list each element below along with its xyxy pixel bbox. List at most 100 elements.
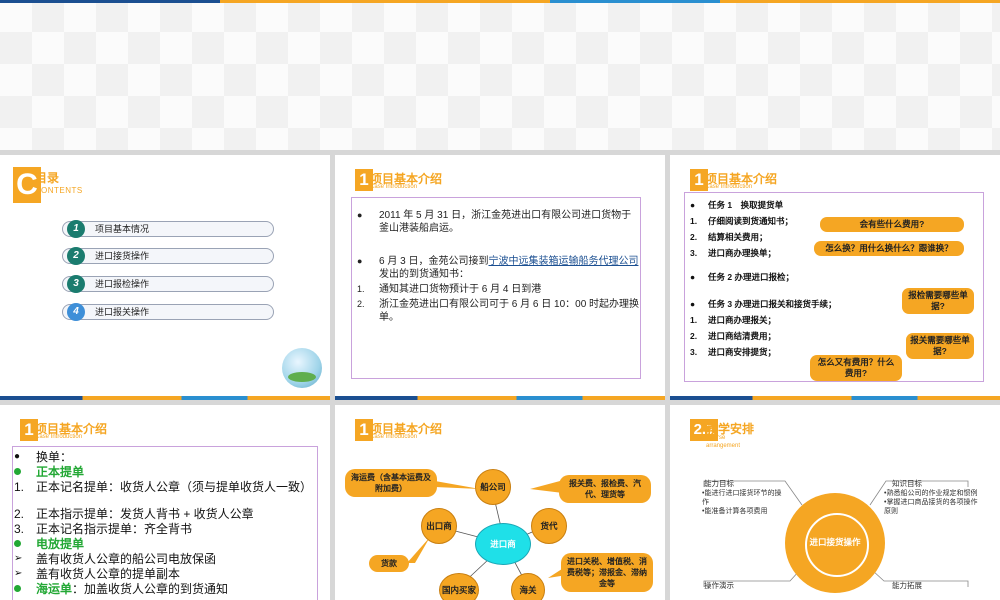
slide-subtitle: Case Introduction	[35, 434, 83, 440]
list-text: 盖有收货人公章的船公司电放保函	[36, 552, 217, 566]
seaway-text: ：加盖收货人公章的到货通知	[72, 582, 229, 596]
list-number: 1.	[690, 216, 698, 226]
slide-header-banner	[0, 0, 1000, 150]
node-customs: 海关	[511, 573, 545, 600]
list-number: 1.	[690, 315, 698, 325]
list-item: ➢ 盖有收货人公章的提单副本	[14, 567, 181, 581]
callout-exchange: 怎么换？用什么换什么？跟谁换？	[814, 241, 964, 256]
bullet-icon: ●	[14, 451, 21, 462]
list-number: 3.	[690, 248, 698, 258]
heading-text: 海运单	[36, 582, 73, 596]
bubble-duties: 进口关税、增值税、消费税等；滞报金、滞纳金等	[561, 553, 653, 592]
seaway-bill-line: 海运单：加盖收货人公章的到货通知	[14, 582, 229, 596]
list-text: 浙江金苑进出口有限公司可于 6 月 6 日 10：00 时起办理换单。	[379, 299, 640, 323]
quadrant-knowledge-text: •熟悉船公司的作业规定和惯例 •掌握进口商品接货的各项操作原则	[884, 490, 978, 515]
slide-thumbnail-exchange[interactable]: 1 项目基本介绍 Case Introduction ● 换单： 正本提单 1.…	[0, 405, 330, 600]
globe-logo	[282, 348, 322, 388]
list-number: 2.	[14, 507, 25, 521]
list-number: 3.	[690, 347, 698, 357]
top-color-bar	[0, 0, 1000, 3]
task-3: ● 任务 3 办理进口报关和接货手续；	[690, 299, 837, 310]
toc-number-badge: 1	[67, 220, 85, 238]
list-number: 3.	[14, 522, 25, 536]
task-item: 2. 进口商结清费用；	[690, 331, 777, 342]
task-item: 1. 仔细阅读到货通知书；	[690, 216, 793, 227]
heading-original-bl: 正本提单	[14, 465, 85, 479]
task-item: 1. 进口商办理报关；	[690, 315, 777, 326]
task-item: 3. 进口商办理换单；	[690, 248, 777, 259]
callout-customs-docs: 报关需要哪些单据?	[906, 333, 974, 359]
list-item: 3. 正本记名指示提单：齐全背书	[14, 522, 193, 536]
callout-inspection-docs: 报检需要哪些单据?	[902, 288, 974, 314]
bubble-ocean-freight: 海运费（含基本运费及附加费）	[345, 469, 437, 497]
list-text: 正本指示提单：发货人背书 + 收货人公章	[36, 507, 254, 521]
node-importer: 进口商	[475, 523, 531, 565]
bullet-icon: ●	[690, 200, 696, 210]
node-shipping-company: 船公司	[475, 469, 511, 505]
slide-subtitle: Case Introduction	[370, 184, 418, 190]
slide-footer-bar	[670, 396, 1000, 400]
heading-text: 电放提单	[36, 537, 85, 551]
bullet-icon: ●	[357, 256, 363, 266]
list-number: 2.	[357, 299, 365, 309]
list-item: 2. 正本指示提单：发货人背书 + 收货人公章	[14, 507, 254, 521]
task-item: 3. 进口商安排提货；	[690, 347, 777, 358]
list-text: 正本记名指示提单：齐全背书	[36, 522, 193, 536]
toc-label: 进口报关操作	[95, 307, 150, 317]
bullet-icon: ●	[357, 210, 363, 220]
green-bullet-icon	[14, 585, 21, 592]
list-text: 通知其进口货物预计于 6 月 4 日到港	[379, 284, 542, 295]
toc-item-1[interactable]: 1 项目基本情况	[62, 220, 274, 238]
list-text: 结算相关费用；	[708, 232, 768, 242]
contents-subtitle: ONTENTS	[41, 186, 83, 195]
list-text: 进口商办理报关；	[708, 315, 777, 325]
task-1: ● 任务 1 换取提货单	[690, 200, 784, 211]
task-text: 任务 1 换取提货单	[708, 200, 784, 210]
task-text: 任务 3 办理进口报关和接货手续；	[708, 299, 837, 309]
center-label: 进口接货操作	[809, 537, 861, 547]
node-forwarder: 货代	[531, 508, 567, 544]
contents-title: 目录	[35, 171, 60, 185]
bubble-payment: 货款	[369, 555, 409, 572]
node-domestic-buyer: 国内买家	[439, 573, 479, 600]
task-2: ● 任务 2 办理进口报检；	[690, 272, 794, 283]
list-text: 进口商安排提货；	[708, 347, 777, 357]
list-text: 进口商结清费用；	[708, 331, 777, 341]
slide-thumbnail-fee-diagram[interactable]: 1 项目基本介绍 Case Introduction 进口商 船公司 货代 出口…	[335, 405, 665, 600]
bullet-icon: ●	[690, 272, 696, 282]
quadrant-ability-text: •能进行进口接货环节的操作 •能准备计算各项费用	[702, 490, 782, 515]
slide-subtitle: Case Introduction	[705, 184, 753, 190]
toc-item-3[interactable]: 3 进口报检操作	[62, 275, 274, 293]
toc-item-2[interactable]: 2 进口接货操作	[62, 247, 274, 265]
slide-thumbnail-course-arrangement[interactable]: 2.1 教学安排 Course arrangement 进口接货操作 能力目标 …	[670, 405, 1000, 600]
intro-line: ● 换单：	[14, 450, 73, 464]
arrow-bullet-icon: ➢	[14, 553, 23, 564]
toc-item-4[interactable]: 4 进口报关操作	[62, 303, 274, 321]
list-text: 进口商办理换单；	[708, 248, 777, 258]
toc-label: 项目基本情况	[95, 224, 150, 234]
quadrant-knowledge-goal: 知识目标	[892, 479, 922, 488]
slide-footer-bar	[335, 396, 665, 400]
list-text: 正本记名提单：收货人公章（须与提单收货人一致）	[36, 480, 313, 494]
heading-text: 正本提单	[36, 465, 85, 479]
list-number: 2.	[690, 232, 698, 242]
list-item: 2. 浙江金苑进出口有限公司可于 6 月 6 日 10：00 时起办理换单。	[357, 298, 641, 324]
green-bullet-icon	[14, 468, 21, 475]
toc-label: 进口接货操作	[95, 251, 150, 261]
toc-number-badge: 4	[67, 303, 85, 321]
callout-more-fees: 怎么又有费用？什么费用?	[810, 355, 902, 381]
list-number: 1.	[357, 284, 365, 294]
green-bullet-icon	[14, 540, 21, 547]
toc-label: 进口报检操作	[95, 279, 150, 289]
slide-thumbnail-contents[interactable]: C 目录 ONTENTS 1 项目基本情况 2 进口接货操作 3 进口报检操作 …	[0, 155, 330, 400]
slide-thumbnail-tasks[interactable]: 1 项目基本介绍 Case Introduction ● 任务 1 换取提货单 …	[670, 155, 1000, 400]
list-text: 盖有收货人公章的提单副本	[36, 567, 181, 581]
slide-footer-bar	[0, 396, 330, 400]
slide-thumbnail-intro[interactable]: 1 项目基本介绍 Case Introduction ● 2011 年 5 月 …	[335, 155, 665, 400]
agent-link[interactable]: 宁波中远集装箱运输船务代理公司	[488, 256, 638, 267]
node-exporter: 出口商	[421, 508, 457, 544]
intro-text: 换单：	[36, 450, 73, 464]
quadrant-demo: 操作演示	[704, 581, 734, 590]
paragraph-2: ● 6 月 3 日，金苑公司接到宁波中远集装箱运输船务代理公司发出的到货通知书：	[357, 255, 641, 281]
paragraph-2-text: 6 月 3 日，金苑公司接到	[379, 256, 489, 267]
